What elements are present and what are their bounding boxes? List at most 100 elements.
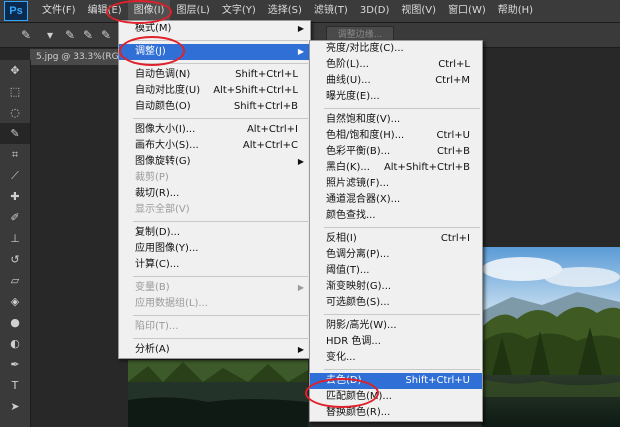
pen-tool-icon[interactable]: ✒: [0, 354, 30, 375]
menu-item-label: 变量(B): [135, 282, 170, 293]
new-selection-icon[interactable]: ✎: [62, 27, 78, 43]
menu-item-label: 替换颜色(R)...: [326, 407, 391, 418]
menu-item-label: 显示全部(V): [135, 204, 190, 215]
adjust-menu-item[interactable]: 色调分离(P)...: [310, 247, 482, 263]
menubar-item[interactable]: 编辑(E): [82, 0, 128, 22]
image-menu-item[interactable]: 图像旋转(G) ▶: [119, 154, 310, 170]
image-menu-item[interactable]: 调整(J) ▶: [119, 44, 310, 60]
adjust-menu-item[interactable]: 渐变映射(G)...: [310, 279, 482, 295]
menu-item-label: 阴影/高光(W)...: [326, 320, 397, 331]
adjust-menu-item[interactable]: 自然饱和度(V)...: [310, 112, 482, 128]
menu-item-label: 自动颜色(O): [135, 101, 191, 112]
eraser-tool-icon[interactable]: ▱: [0, 270, 30, 291]
menubar-item[interactable]: 帮助(H): [492, 0, 539, 22]
menu-item-label: 曝光度(E)...: [326, 91, 380, 102]
photoshop-logo-icon: Ps: [4, 1, 28, 21]
image-menu-item[interactable]: 计算(C)...: [119, 257, 310, 273]
chevron-down-icon[interactable]: ▾: [42, 27, 58, 43]
adjust-menu-item[interactable]: 通道混合器(X)...: [310, 192, 482, 208]
menu-item-label: 去色(D): [326, 375, 362, 386]
adjust-menu-item[interactable]: 阴影/高光(W)...: [310, 318, 482, 334]
menubar-item[interactable]: 文件(F): [36, 0, 82, 22]
quick-selection-tool-icon[interactable]: ✎: [0, 123, 30, 144]
adjust-menu-item[interactable]: 颜色查找...: [310, 208, 482, 224]
eyedropper-tool-icon[interactable]: ⟋: [0, 165, 30, 186]
type-tool-icon[interactable]: T: [0, 375, 30, 396]
adjust-menu-item[interactable]: 曝光度(E)...: [310, 89, 482, 105]
adjust-menu-item[interactable]: HDR 色调...: [310, 334, 482, 350]
menubar-item[interactable]: 图像(I): [127, 0, 171, 22]
menu-item-shortcut: Ctrl+I: [440, 233, 470, 244]
image-menu-item[interactable]: 自动对比度(U) Alt+Shift+Ctrl+L: [119, 83, 310, 99]
menu-item-label: 模式(M): [135, 23, 172, 34]
adjust-menu-item[interactable]: 可选颜色(S)...: [310, 295, 482, 311]
image-menu-item[interactable]: 模式(M) ▶: [119, 21, 310, 37]
menubar-item[interactable]: 3D(D): [354, 0, 396, 22]
clone-stamp-tool-icon[interactable]: ⊥: [0, 228, 30, 249]
menu-item-label: 黑白(K)...: [326, 162, 370, 173]
adjust-menu-item[interactable]: 匹配颜色(M)...: [310, 389, 482, 405]
menu-item-shortcut: Shift+Ctrl+U: [405, 375, 470, 386]
menu-item-shortcut: Alt+Shift+Ctrl+B: [383, 162, 470, 173]
menu-separator: [324, 227, 480, 228]
menubar-item[interactable]: 文字(Y): [216, 0, 262, 22]
subtract-selection-icon[interactable]: ✎: [98, 27, 114, 43]
adjust-menu-item[interactable]: 阈值(T)...: [310, 263, 482, 279]
menubar-item[interactable]: 视图(V): [395, 0, 442, 22]
brush-preset-icon[interactable]: ✎: [18, 27, 34, 43]
brush-tool-icon[interactable]: ✐: [0, 207, 30, 228]
adjust-menu-item[interactable]: 变化...: [310, 350, 482, 366]
menubar-item[interactable]: 窗口(W): [442, 0, 492, 22]
image-menu-item[interactable]: 分析(A) ▶: [119, 342, 310, 358]
image-menu-item: 应用数据组(L)...: [119, 296, 310, 312]
adjust-menu-item[interactable]: 去色(D) Shift+Ctrl+U: [310, 373, 482, 389]
adjust-menu-item[interactable]: 亮度/对比度(C)...: [310, 41, 482, 57]
blur-tool-icon[interactable]: ●: [0, 312, 30, 333]
adjust-menu-item[interactable]: 色彩平衡(B)... Ctrl+B: [310, 144, 482, 160]
adjust-menu-item[interactable]: 色相/饱和度(H)... Ctrl+U: [310, 128, 482, 144]
paint-bucket-tool-icon[interactable]: ◈: [0, 291, 30, 312]
menu-item-label: 阈值(T)...: [326, 265, 370, 276]
menu-item-label: 色调分离(P)...: [326, 249, 390, 260]
menu-item-label: 变化...: [326, 352, 356, 363]
menu-separator: [133, 118, 308, 119]
menu-item-label: 图像大小(I)...: [135, 124, 196, 135]
menubar-item[interactable]: 图层(L): [170, 0, 215, 22]
menu-separator: [133, 276, 308, 277]
marquee-tool-icon[interactable]: ⬚: [0, 81, 30, 102]
menu-item-shortcut: Alt+Ctrl+I: [246, 124, 298, 135]
menu-item-label: 曲线(U)...: [326, 75, 371, 86]
adjust-menu-item[interactable]: 反相(I) Ctrl+I: [310, 231, 482, 247]
menu-item-label: 分析(A): [135, 344, 170, 355]
path-selection-tool-icon[interactable]: ➤: [0, 396, 30, 417]
dodge-tool-icon[interactable]: ◐: [0, 333, 30, 354]
image-menu-item[interactable]: 自动颜色(O) Shift+Ctrl+B: [119, 99, 310, 115]
add-to-selection-icon[interactable]: ✎: [80, 27, 96, 43]
menu-item-label: 自然饱和度(V)...: [326, 114, 401, 125]
adjust-menu-item[interactable]: 替换颜色(R)...: [310, 405, 482, 421]
image-menu-item[interactable]: 复制(D)...: [119, 225, 310, 241]
menubar-item[interactable]: 选择(S): [262, 0, 308, 22]
adjust-menu-item[interactable]: 照片滤镜(F)...: [310, 176, 482, 192]
adjust-menu-item[interactable]: 曲线(U)... Ctrl+M: [310, 73, 482, 89]
menu-separator: [133, 315, 308, 316]
lasso-tool-icon[interactable]: ◌: [0, 102, 30, 123]
adjust-menu-item[interactable]: 黑白(K)... Alt+Shift+Ctrl+B: [310, 160, 482, 176]
menu-item-label: HDR 色调...: [326, 336, 381, 347]
healing-brush-tool-icon[interactable]: ✚: [0, 186, 30, 207]
image-menu-item[interactable]: 自动色调(N) Shift+Ctrl+L: [119, 67, 310, 83]
crop-tool-icon[interactable]: ⌗: [0, 144, 30, 165]
menu-item-label: 色阶(L)...: [326, 59, 369, 70]
menu-item-label: 通道混合器(X)...: [326, 194, 401, 205]
image-menu-item[interactable]: 裁切(R)...: [119, 186, 310, 202]
image-menu-item[interactable]: 图像大小(I)... Alt+Ctrl+I: [119, 122, 310, 138]
menu-item-shortcut: Ctrl+L: [438, 59, 470, 70]
menubar-item[interactable]: 滤镜(T): [308, 0, 354, 22]
menu-item-shortcut: Alt+Shift+Ctrl+L: [213, 85, 298, 96]
history-brush-tool-icon[interactable]: ↺: [0, 249, 30, 270]
image-menu-item[interactable]: 画布大小(S)... Alt+Ctrl+C: [119, 138, 310, 154]
move-tool-icon[interactable]: ✥: [0, 60, 30, 81]
adjust-menu-item[interactable]: 色阶(L)... Ctrl+L: [310, 57, 482, 73]
menu-item-label: 色相/饱和度(H)...: [326, 130, 405, 141]
image-menu-item[interactable]: 应用图像(Y)...: [119, 241, 310, 257]
